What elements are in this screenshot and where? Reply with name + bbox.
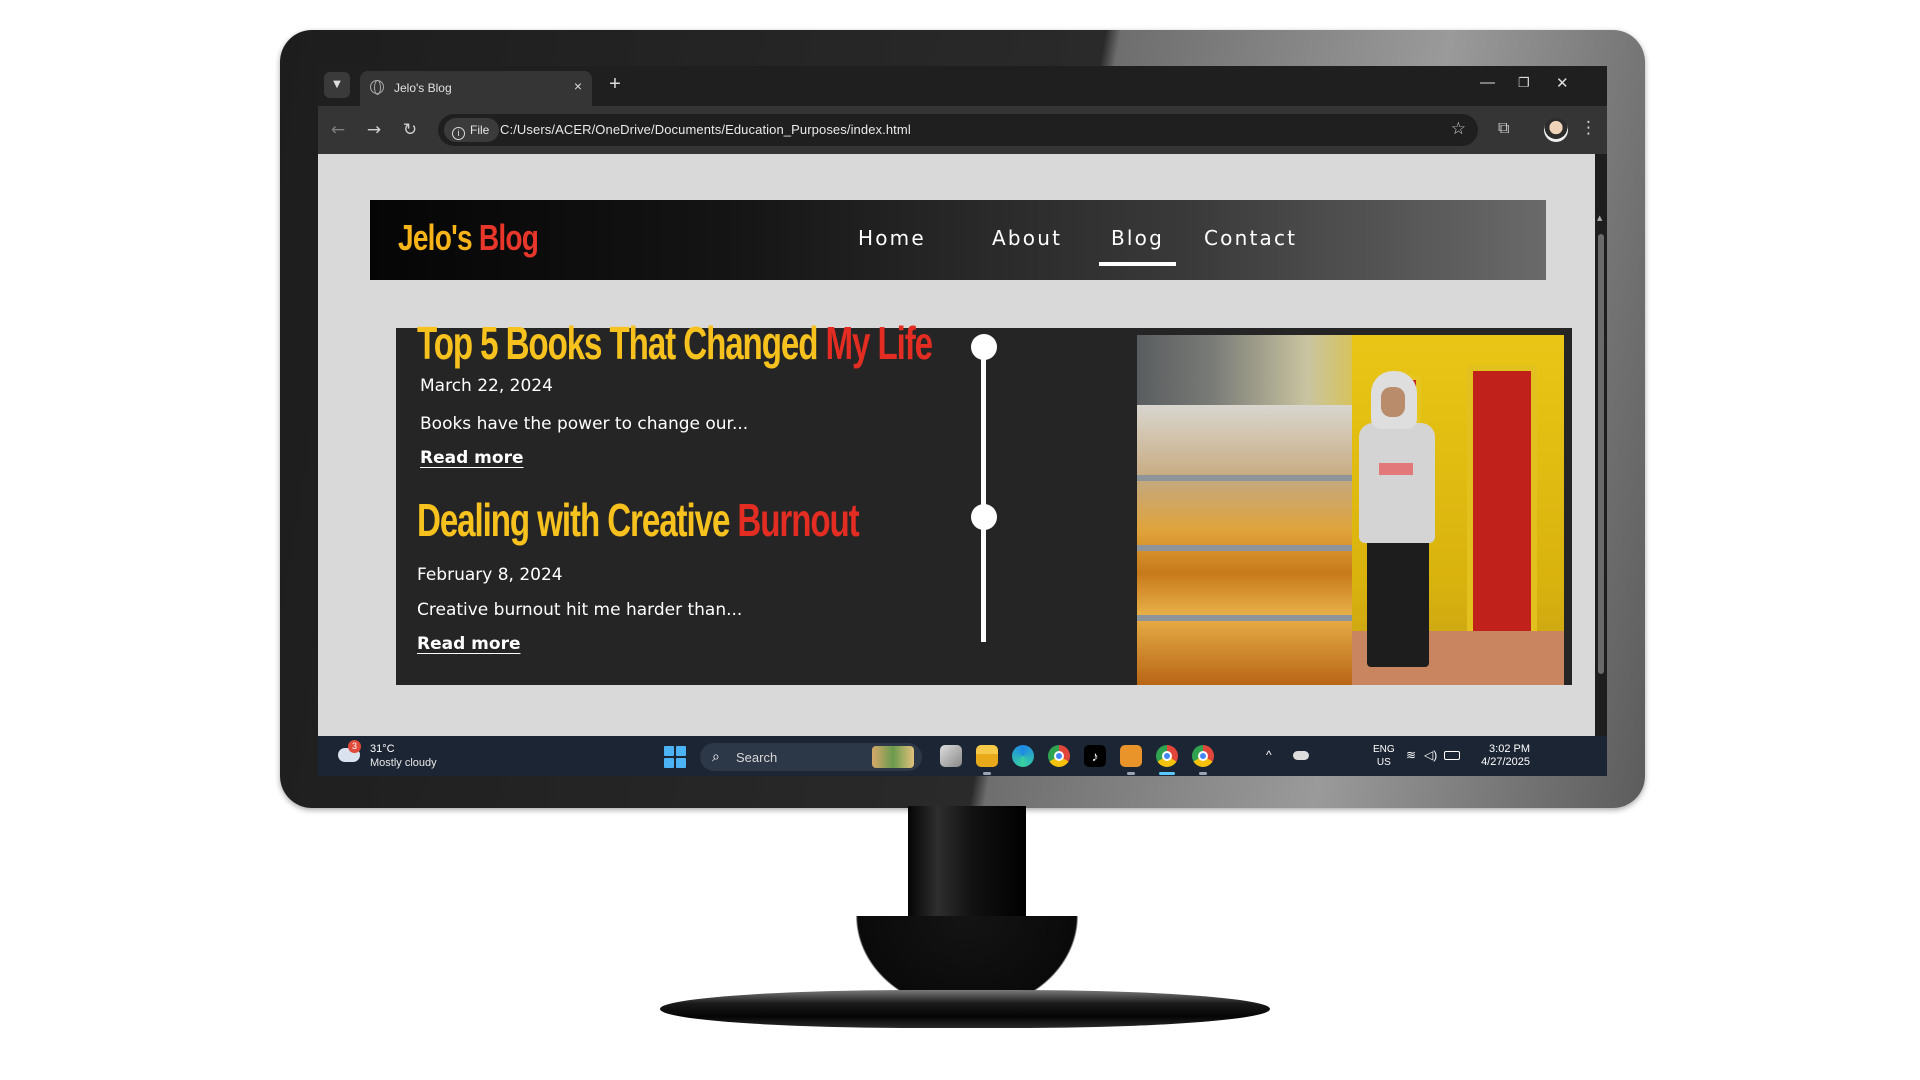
language-code: ENG <box>1373 744 1395 755</box>
task-view-icon[interactable] <box>940 745 962 767</box>
timeline-dot <box>971 334 997 360</box>
post-date: March 22, 2024 <box>420 376 553 396</box>
tiktok-icon[interactable]: ♪ <box>1084 745 1106 767</box>
chevron-up-icon[interactable]: ^ <box>1266 748 1272 762</box>
clock-date: 4/27/2025 <box>1481 756 1530 768</box>
taskbar-search[interactable]: ⌕ Search <box>700 743 922 771</box>
post-date: February 8, 2024 <box>417 565 563 585</box>
chevron-down-icon[interactable]: ▼ <box>324 72 350 98</box>
page-scrollbar[interactable]: ▲ <box>1595 154 1607 736</box>
post-title-yellow: Dealing with Creative <box>417 494 738 546</box>
shelf <box>1137 545 1357 551</box>
file-explorer-icon[interactable] <box>976 745 998 775</box>
search-highlight-image <box>872 746 914 768</box>
post-title-red: My Life <box>825 317 933 369</box>
edge-icon[interactable] <box>1012 745 1034 767</box>
address-bar[interactable]: i File C:/Users/ACER/OneDrive/Documents/E… <box>438 114 1478 146</box>
person-hoodie <box>1359 423 1435 543</box>
post-title-yellow: Top 5 Books That Changed <box>417 317 826 369</box>
wifi-icon[interactable]: ≋ <box>1406 748 1416 762</box>
site-info-chip[interactable]: i File <box>444 118 500 142</box>
blog-section: Top 5 Books That Changed My Life March 2… <box>396 317 1572 685</box>
weather-temperature[interactable]: 31°C <box>370 743 395 755</box>
logo-text-red: Blog <box>478 217 539 258</box>
region-code: US <box>1376 757 1391 768</box>
nav-contact[interactable]: Contact <box>1204 226 1297 250</box>
shelf <box>1137 475 1357 481</box>
site-header: Jelo's Blog Home About Blog Contact <box>370 200 1546 280</box>
profile-avatar[interactable] <box>1544 118 1568 142</box>
nav-blog[interactable]: Blog <box>1098 226 1177 266</box>
onedrive-cloud-icon[interactable] <box>1293 751 1309 760</box>
post-excerpt: Books have the power to change our... <box>420 414 749 434</box>
monitor-stand-base <box>660 990 1270 1028</box>
read-more-link[interactable]: Read more <box>417 634 521 654</box>
chrome-icon-2[interactable] <box>1192 745 1214 775</box>
timeline-line <box>981 342 986 642</box>
shelf <box>1137 615 1357 621</box>
person-figure <box>1359 371 1439 671</box>
arrow-right-icon[interactable]: → <box>362 118 386 142</box>
reload-icon[interactable]: ↻ <box>398 118 422 142</box>
chrome-icon[interactable] <box>1048 745 1070 767</box>
post-excerpt: Creative burnout hit me harder than... <box>417 600 743 620</box>
windows-start-icon[interactable] <box>664 746 686 768</box>
monitor-stand-neck <box>838 806 1096 1026</box>
nav-about[interactable]: About <box>992 226 1062 250</box>
monitor-screen: ▼ Jelo's Blog × + — ❐ ✕ ← → ↻ i File C:/U… <box>318 66 1607 776</box>
browser-tab[interactable]: Jelo's Blog × <box>360 71 592 106</box>
read-more-link[interactable]: Read more <box>420 448 524 468</box>
kebab-icon[interactable]: ⋮ <box>1580 118 1597 138</box>
search-icon: ⌕ <box>712 748 720 764</box>
logo-text-yellow: Jelo's <box>398 217 479 258</box>
close-window-icon[interactable]: ✕ <box>1556 74 1569 92</box>
star-icon[interactable]: ☆ <box>1451 119 1466 139</box>
person-face <box>1381 387 1405 417</box>
scroll-up-icon[interactable]: ▲ <box>1597 214 1602 222</box>
person-legs <box>1367 539 1429 667</box>
timeline-dot <box>971 504 997 530</box>
weather-badge: 3 <box>348 740 361 753</box>
blog-photo <box>1137 335 1564 685</box>
scrollbar-thumb[interactable] <box>1598 234 1604 674</box>
minimize-icon[interactable]: — <box>1480 74 1495 91</box>
search-label: Search <box>736 750 778 765</box>
volume-icon[interactable]: ◁) <box>1424 748 1437 762</box>
sublime-text-icon[interactable] <box>1120 745 1142 775</box>
red-door <box>1467 365 1537 655</box>
globe-icon <box>370 80 384 95</box>
browser-toolbar: ← → ↻ i File C:/Users/ACER/OneDrive/Docum… <box>318 106 1607 154</box>
weather-description[interactable]: Mostly cloudy <box>370 757 437 769</box>
banknote <box>1379 463 1413 475</box>
chrome-profile-icon[interactable] <box>1156 745 1178 775</box>
tab-title: Jelo's Blog <box>394 81 452 95</box>
taskbar: 3 31°C Mostly cloudy ⌕ Search ♪ ^ ENG US … <box>318 736 1607 776</box>
language-indicator[interactable]: ENG US <box>1373 743 1395 769</box>
info-icon: i <box>452 127 465 140</box>
url-text[interactable]: C:/Users/ACER/OneDrive/Documents/Educati… <box>500 122 911 137</box>
post-title-red: Burnout <box>737 494 859 546</box>
battery-icon[interactable] <box>1444 751 1460 760</box>
site-info-label: File <box>470 123 490 137</box>
post-title[interactable]: Dealing with Creative Burnout <box>417 493 860 547</box>
new-tab-button[interactable]: + <box>602 72 628 98</box>
page-viewport: Jelo's Blog Home About Blog Contact Top … <box>318 154 1607 736</box>
browser-tab-bar: ▼ Jelo's Blog × + — ❐ ✕ <box>318 66 1607 106</box>
system-clock[interactable]: 3:02 PM 4/27/2025 <box>1460 743 1530 769</box>
restore-icon[interactable]: ❐ <box>1518 75 1530 91</box>
nav-home[interactable]: Home <box>858 226 926 250</box>
post-title[interactable]: Top 5 Books That Changed My Life <box>417 316 933 370</box>
site-logo[interactable]: Jelo's Blog <box>398 217 539 259</box>
arrow-left-icon[interactable]: ← <box>326 118 350 142</box>
tab-close-button[interactable]: × <box>574 78 582 94</box>
puzzle-icon[interactable]: ⧉ <box>1498 118 1520 140</box>
clock-time: 3:02 PM <box>1489 743 1530 755</box>
